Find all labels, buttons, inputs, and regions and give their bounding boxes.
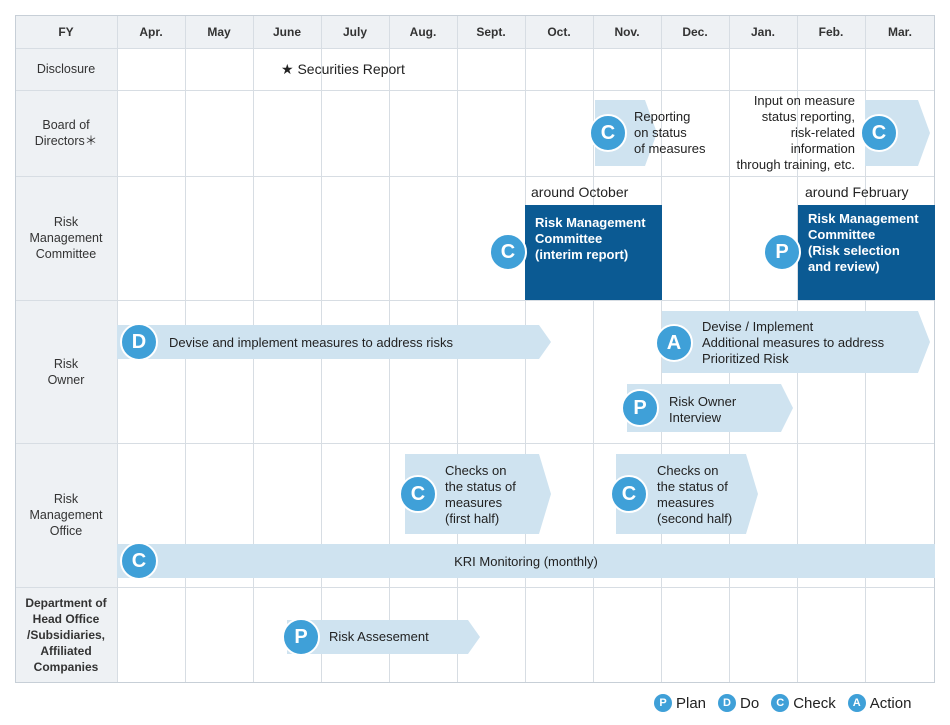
month-header: July [342,24,367,39]
row-label-dept: Department of Head Office /Subsidiaries,… [25,596,107,674]
check-badge: C [610,475,648,513]
board-input-text: Input on measure status reporting, risk-… [736,93,855,172]
row-label-disclosure: Disclosure [36,62,96,76]
month-header: Apr. [139,24,163,39]
around-october-note: around October [531,184,629,200]
around-february-note: around February [805,184,909,200]
owner-devise-text: Devise and implement measures to address… [169,335,453,350]
check-badge: C [589,114,627,152]
rmc-interim-box: Risk Management Committee (interim repor… [525,205,662,300]
month-header: Sept. [476,24,506,39]
plan-badge: P [621,389,659,427]
month-header: June [272,24,301,39]
month-header: Feb. [818,24,844,39]
month-header: Nov. [614,24,640,39]
do-legend-icon: D [718,694,737,712]
row-label-owner: Risk Owner [47,356,85,387]
office-second-text: Checks on the status of measures (second… [657,463,733,526]
do-badge: D [120,323,158,361]
securities-report-label: Securities Report [297,61,405,77]
legend: P Plan D Do C Check A Action [654,694,911,712]
star-icon: ★ [281,61,294,77]
action-legend-icon: A [847,694,866,712]
month-header: Aug. [409,24,437,39]
dept-assessment-text: Risk Assesement [329,629,429,644]
row-label-rmc: Risk Management Committee [29,215,103,261]
check-badge: C [489,233,527,271]
office-kri-text: KRI Monitoring (monthly) [454,554,598,569]
row-label-office: Risk Management Office [29,492,103,538]
action-badge: A [655,324,693,362]
month-header: Mar. [887,24,912,39]
fy-header: FY [58,24,74,39]
owner-additional-text: Devise / Implement Additional measures t… [702,319,885,366]
plan-badge: P [282,618,320,656]
month-header: May [207,24,231,39]
pdca-schedule-table: FY Apr. May June July Aug. Sept. Oct. No… [15,15,935,683]
plan-badge: P [763,233,801,271]
month-header: Jan. [750,24,775,39]
legend-action-label: Action [869,694,912,712]
check-legend-icon: C [771,694,790,712]
row-label-board: Board of Directors＊ [34,118,98,148]
legend-check-label: Check [793,694,836,712]
securities-report-note: ★ Securities Report [281,61,405,78]
check-badge: C [860,114,898,152]
plan-legend-icon: P [654,694,672,712]
owner-interview-text: Risk Owner Interview [669,394,737,425]
rmc-review-box: Risk Management Committee (Risk selectio… [798,205,935,300]
month-header: Dec. [682,24,708,39]
check-badge: C [399,475,437,513]
office-first-text: Checks on the status of measures (first … [445,463,516,526]
legend-plan-label: Plan [676,694,707,712]
month-header: Oct. [547,24,571,39]
legend-do-label: Do [740,694,760,712]
